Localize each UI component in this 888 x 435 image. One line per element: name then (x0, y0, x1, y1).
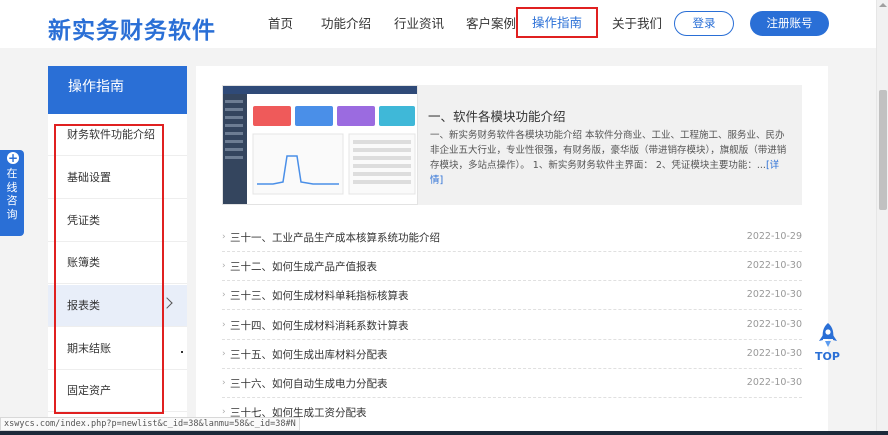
article-date: 2022-10-29 (746, 231, 802, 242)
bullet-dot (181, 351, 183, 353)
online-consult-label[interactable]: 在线咨询 (5, 167, 19, 221)
scroll-thumb[interactable] (879, 90, 887, 210)
article-date: 2022-10-30 (746, 377, 802, 388)
taskbar-strip (0, 431, 888, 435)
sidebar-title: 操作指南 (48, 66, 187, 114)
arrow-right-icon: › (222, 290, 226, 300)
nav-industry-news[interactable]: 行业资讯 (394, 0, 444, 48)
article-title[interactable]: 三十五、如何生成出库材料分配表 (230, 347, 388, 362)
arrow-right-icon: › (222, 349, 226, 359)
scroll-up-arrow-icon[interactable] (879, 3, 887, 7)
article-date: 2022-10-30 (746, 348, 802, 359)
article-row[interactable]: › 三十四、如何生成材料消耗系数计算表 2022-10-30 (222, 311, 802, 340)
nav-about[interactable]: 关于我们 (612, 0, 662, 48)
site-header: 新实务财务软件 首页 功能介绍 行业资讯 客户案例 操作指南 关于我们 登录 注… (0, 0, 876, 48)
highlight-box (54, 124, 164, 414)
feature-thumbnail[interactable] (222, 85, 418, 205)
article-title[interactable]: 三十二、如何生成产品产值报表 (230, 259, 377, 274)
nav-cases[interactable]: 客户案例 (466, 0, 516, 48)
article-date: 2022-10-30 (746, 289, 802, 300)
nav-guide-active[interactable]: 操作指南 (516, 7, 598, 38)
site-logo[interactable]: 新实务财务软件 (48, 11, 216, 45)
article-title[interactable]: 三十一、工业产品生产成本核算系统功能介绍 (230, 230, 440, 245)
feature-desc-text: 一、新实务财务软件各模块功能介绍 本软件分商业、工业、工程施工、服务业、民办非企… (430, 130, 787, 171)
article-date: 2022-10-30 (746, 319, 802, 330)
arrow-right-icon: › (222, 407, 226, 417)
article-title[interactable]: 三十六、如何自动生成电力分配表 (230, 376, 388, 391)
article-row[interactable]: › 三十二、如何生成产品产值报表 2022-10-30 (222, 252, 802, 281)
arrow-right-icon: › (222, 320, 226, 330)
article-row[interactable]: › 三十六、如何自动生成电力分配表 2022-10-30 (222, 369, 802, 398)
nav-home[interactable]: 首页 (268, 0, 293, 48)
arrow-right-icon: › (222, 261, 226, 271)
page-scrollbar[interactable] (876, 0, 888, 435)
article-row[interactable]: › 三十三、如何生成材料单耗指标核算表 2022-10-30 (222, 281, 802, 310)
feature-title[interactable]: 一、软件各模块功能介绍 (428, 106, 566, 125)
feature-description: 一、新实务财务软件各模块功能介绍 本软件分商业、工业、工程施工、服务业、民办非企… (430, 128, 792, 188)
register-button[interactable]: 注册账号 (750, 11, 829, 36)
rocket-icon (819, 323, 837, 347)
article-row[interactable]: › 三十一、工业产品生产成本核算系统功能介绍 2022-10-29 (222, 223, 802, 252)
login-button[interactable]: 登录 (674, 11, 734, 36)
article-title[interactable]: 三十四、如何生成材料消耗系数计算表 (230, 318, 409, 333)
arrow-right-icon: › (222, 378, 226, 388)
article-title[interactable]: 三十三、如何生成材料单耗指标核算表 (230, 288, 409, 303)
nav-features[interactable]: 功能介绍 (321, 0, 371, 48)
article-row[interactable]: › 三十五、如何生成出库材料分配表 2022-10-30 (222, 340, 802, 369)
article-row[interactable]: › 三十七、如何生成工资分配表 (222, 398, 802, 419)
browser-status-url: xswycs.com/index.php?p=newlist&c_id=38&l… (0, 417, 300, 431)
arrow-right-icon: › (222, 232, 226, 242)
article-date: 2022-10-30 (746, 260, 802, 271)
plus-icon: + (7, 151, 19, 165)
back-to-top-label[interactable]: TOP (815, 350, 840, 363)
